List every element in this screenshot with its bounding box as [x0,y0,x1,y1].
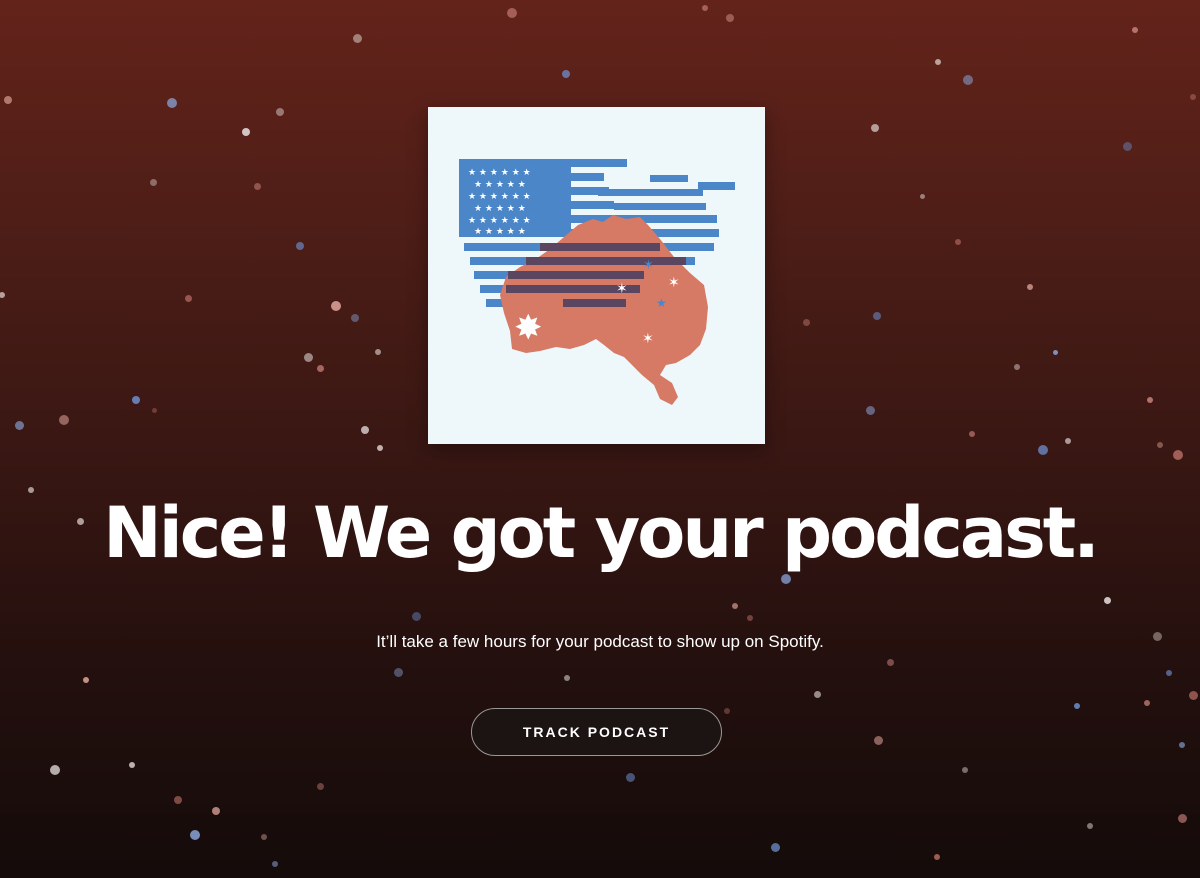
confetti-dot [873,735,883,745]
confetti-dot [377,445,383,451]
confetti-dot [1144,700,1150,706]
confetti-dot [873,312,881,320]
confetti-dot [1014,364,1020,370]
confetti-dot [934,854,940,860]
confetti-dot [724,708,730,714]
confetti-dot [59,415,69,425]
confetti-dot [1027,284,1033,290]
confetti-dot [1122,141,1132,151]
confetti-dot [564,675,570,681]
confetti-dot [393,667,403,677]
confetti-dot [296,242,304,250]
confetti-dot [190,830,200,840]
confetti-dot [507,8,517,18]
confetti-dot [1177,813,1187,823]
svg-text:★ ★ ★ ★ ★ ★: ★ ★ ★ ★ ★ ★ [468,192,531,202]
confetti-dot [919,193,925,199]
confetti-dot [151,407,157,413]
svg-text:★ ★ ★ ★ ★ ★: ★ ★ ★ ★ ★ ★ [468,216,531,226]
svg-text:★ ★ ★ ★ ★: ★ ★ ★ ★ ★ [474,180,526,190]
confetti-dot [361,426,369,434]
confetti-dot [316,782,324,790]
confetti-dot [167,98,177,108]
confetti-dot [351,314,359,322]
confetti-dot [0,292,5,298]
confetti-dot [253,182,261,190]
confetti-dot [149,178,157,186]
confetti-dot [726,14,734,22]
confetti-dot [212,807,220,815]
confetti-dot [1103,596,1111,604]
confetti-dot [1173,450,1183,460]
confetti-dot [50,765,60,775]
confetti-dot [1157,442,1163,448]
confetti-dot [625,772,635,782]
svg-text:★ ★ ★ ★ ★: ★ ★ ★ ★ ★ [474,227,526,237]
svg-text:★ ★ ★ ★ ★: ★ ★ ★ ★ ★ [474,204,526,214]
podcast-cover-art: ★ ★ ★ ★ ★ ★ ★ ★ ★ ★ ★ ★ ★ ★ ★ ★ ★ ★ ★ ★ … [428,107,765,444]
confetti-dot [272,861,278,867]
confetti-dot [1065,438,1071,444]
confetti-dot [352,33,362,43]
confetti-dot [303,352,313,362]
confetti-dot [14,420,24,430]
svg-text:★: ★ [656,296,667,310]
confetti-dot [261,834,267,840]
confetti-dot [871,124,879,132]
confetti-dot [813,690,821,698]
confetti-dot [1038,445,1048,455]
confetti-dot [732,603,738,609]
page-title: Nice! We got your podcast. [103,492,1100,574]
confetti-dot [770,842,780,852]
confetti-dot [132,396,140,404]
svg-text:✶: ✶ [643,258,654,273]
confetti-dot [1074,703,1080,709]
svg-text:✶: ✶ [642,331,654,347]
confetti-dot [411,611,421,621]
svg-text:✶: ✶ [616,281,628,297]
confetti-dot [747,615,753,621]
us-australia-flag-map-icon: ★ ★ ★ ★ ★ ★ ★ ★ ★ ★ ★ ★ ★ ★ ★ ★ ★ ★ ★ ★ … [459,159,735,405]
svg-text:✸: ✸ [514,308,543,348]
status-message: It’ll take a few hours for your podcast … [376,632,824,651]
confetti-dot [184,294,192,302]
confetti-dot [375,349,381,355]
confetti-dot [1052,349,1058,355]
track-podcast-button[interactable]: TRACK PODCAST [471,708,722,756]
confetti-dot [802,318,810,326]
confetti-dot [886,658,894,666]
confetti-dot [83,677,89,683]
svg-text:★ ★ ★ ★ ★ ★: ★ ★ ★ ★ ★ ★ [468,168,531,178]
confetti-dot [963,75,973,85]
confetti-dot [935,59,941,65]
confetti-dot [1188,690,1198,700]
confetti-dot [1132,27,1138,33]
confetti-dot [242,128,250,136]
confetti-dot [1166,670,1172,676]
confetti-dot [865,405,875,415]
confetti-dot [1147,397,1153,403]
confetti-dot [562,70,570,78]
confetti-dot [1179,742,1185,748]
svg-text:✶: ✶ [668,275,680,291]
confetti-dot [331,301,341,311]
confetti-dot [316,364,324,372]
confetti-dot [174,796,182,804]
confetti-dot [955,239,961,245]
confetti-dot [276,108,284,116]
confetti-dot [4,96,12,104]
confetti-dot [1190,94,1196,100]
confetti-dot [702,5,708,11]
confetti-dot [129,762,135,768]
confetti-dot [1087,823,1093,829]
confetti-dot [969,431,975,437]
confetti-dot [962,767,968,773]
